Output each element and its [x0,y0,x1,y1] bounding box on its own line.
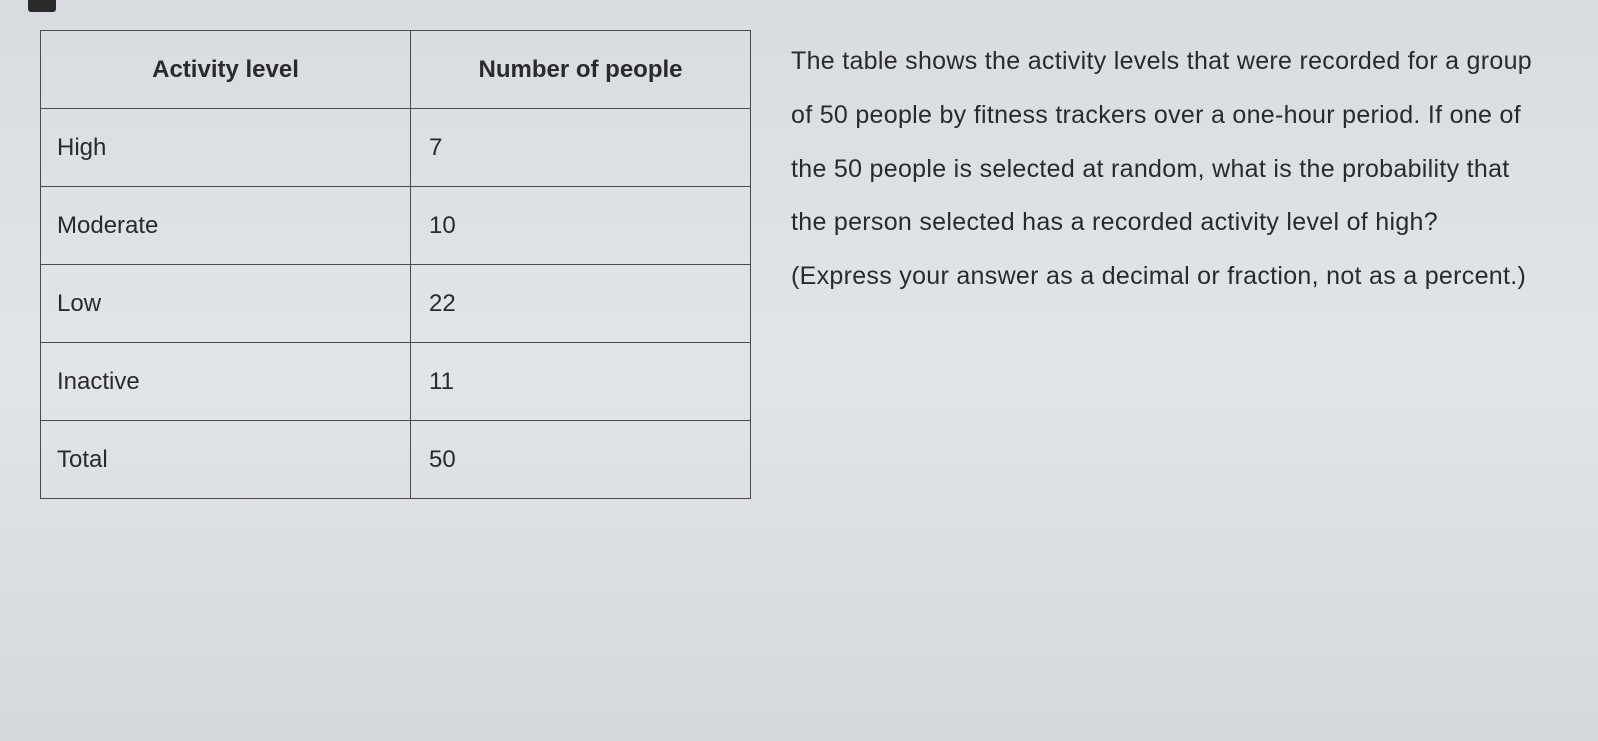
cell-activity-value: 22 [411,265,751,343]
cell-activity-label: Total [41,421,411,499]
cell-activity-value: 7 [411,109,751,187]
table-header-row: Activity level Number of people [41,31,751,109]
header-activity-level: Activity level [41,31,411,109]
content-container: Activity level Number of people High 7 M… [0,0,1598,529]
cell-activity-label: High [41,109,411,187]
cell-activity-label: Low [41,265,411,343]
table-section: Activity level Number of people High 7 M… [40,30,751,499]
header-number-of-people: Number of people [411,31,751,109]
question-number-marker [28,0,56,12]
table-row: Inactive 11 [41,343,751,421]
question-text: The table shows the activity levels that… [791,30,1558,499]
table-row: Low 22 [41,265,751,343]
cell-activity-label: Inactive [41,343,411,421]
table-row: Total 50 [41,421,751,499]
cell-activity-value: 50 [411,421,751,499]
cell-activity-value: 11 [411,343,751,421]
table-row: High 7 [41,109,751,187]
cell-activity-value: 10 [411,187,751,265]
table-row: Moderate 10 [41,187,751,265]
cell-activity-label: Moderate [41,187,411,265]
activity-level-table: Activity level Number of people High 7 M… [40,30,751,499]
